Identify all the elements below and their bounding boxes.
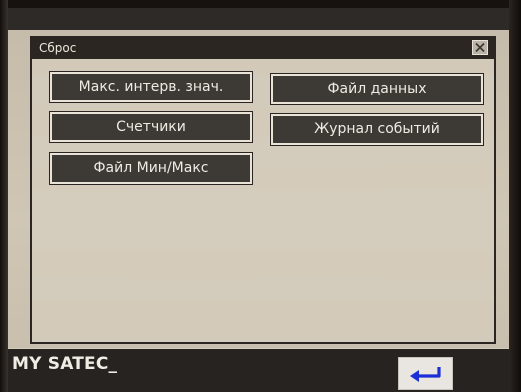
close-button[interactable]	[472, 40, 488, 55]
max-interval-values-button[interactable]: Макс. интерв. знач.	[50, 72, 252, 102]
min-max-file-label: Файл Мин/Макс	[93, 160, 209, 176]
data-file-label: Файл данных	[327, 81, 427, 97]
data-file-button[interactable]: Файл данных	[271, 74, 483, 104]
dialog-title: Сброс	[39, 41, 77, 55]
event-log-label: Журнал событий	[314, 121, 440, 137]
max-interval-values-label: Макс. интерв. знач.	[78, 79, 224, 95]
reset-dialog: Сброс Макс. интерв. знач. Файл данных Сч…	[30, 36, 496, 344]
return-arrow-icon	[410, 367, 441, 382]
counters-button[interactable]: Счетчики	[50, 112, 252, 142]
counters-label: Счетчики	[116, 119, 186, 135]
bezel-right	[509, 0, 521, 392]
device-screen: Сброс Макс. интерв. знач. Файл данных Сч…	[0, 0, 521, 392]
min-max-file-button[interactable]: Файл Мин/Макс	[50, 153, 252, 184]
event-log-button[interactable]: Журнал событий	[271, 114, 483, 145]
top-status-bar	[8, 8, 509, 30]
close-x-icon	[475, 42, 485, 53]
back-button[interactable]	[398, 357, 453, 390]
bezel-left	[0, 0, 8, 392]
bezel-top	[0, 0, 521, 8]
dialog-titlebar: Сброс	[32, 38, 494, 59]
brand-label: MY SATEC_	[12, 354, 118, 374]
